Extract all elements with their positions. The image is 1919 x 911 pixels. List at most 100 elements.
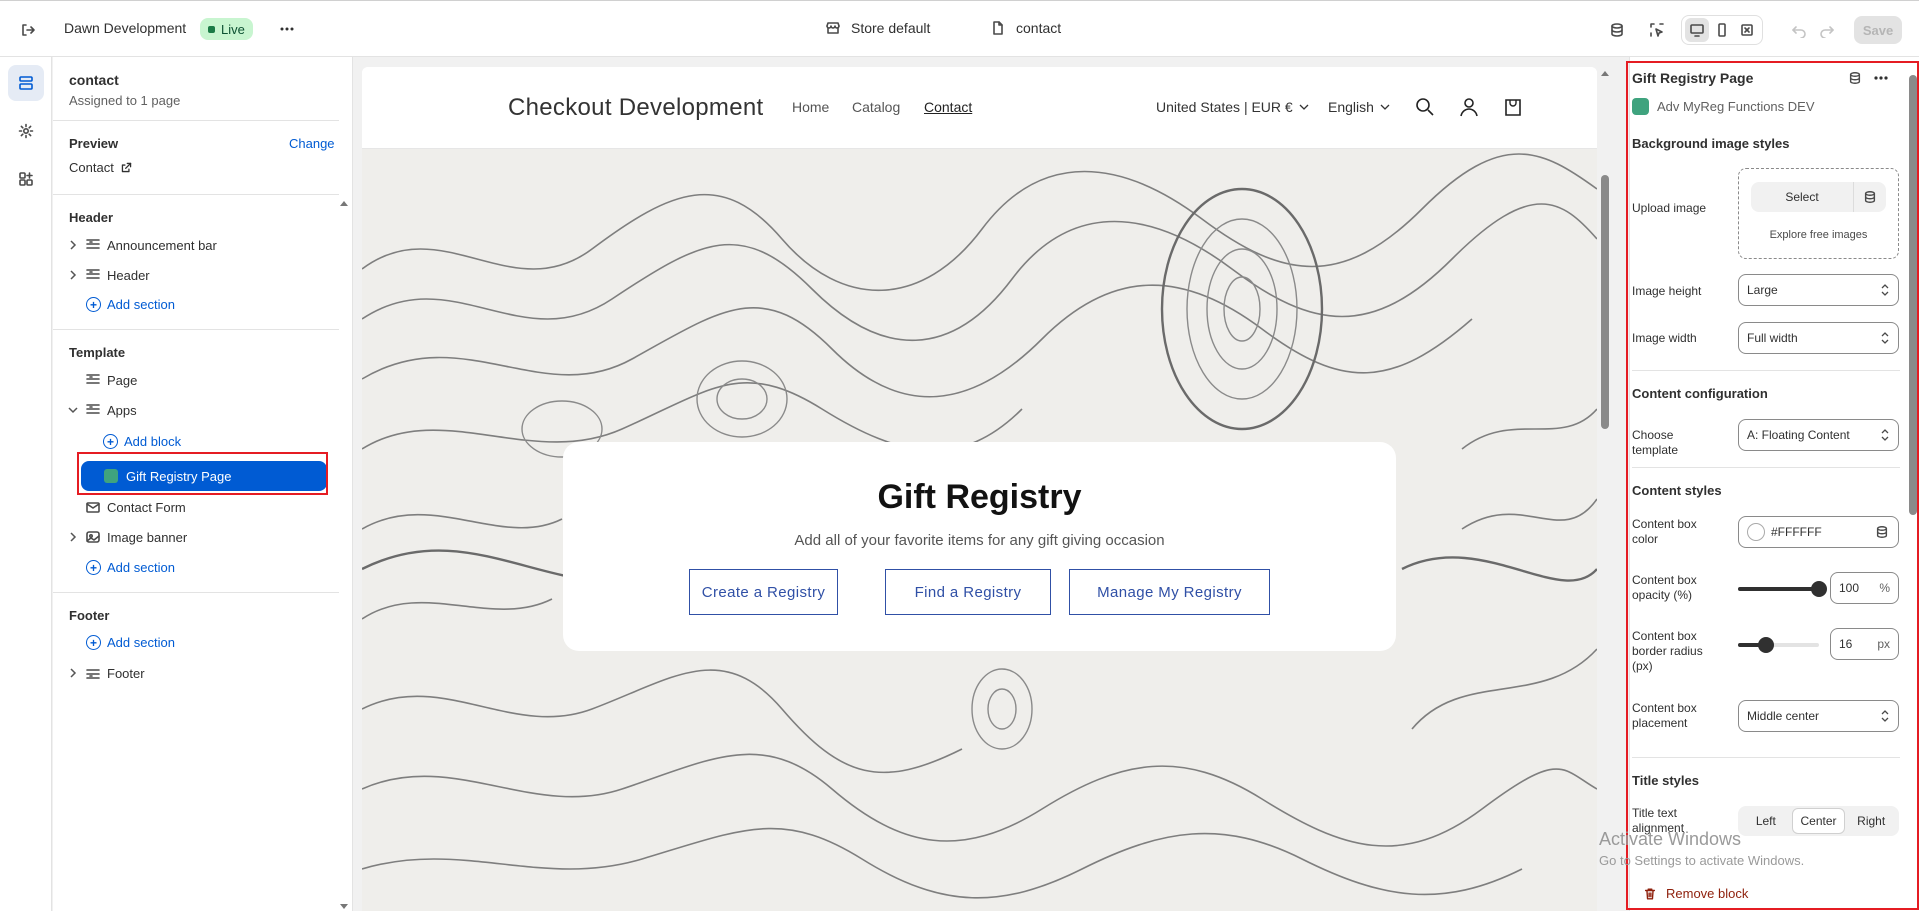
footer-section-icon — [86, 669, 100, 679]
watermark-line1: Activate Windows — [1599, 829, 1742, 849]
chevron-right-icon[interactable] — [67, 239, 79, 251]
scroll-up-icon[interactable] — [339, 199, 349, 207]
chevron-right-icon[interactable] — [67, 531, 79, 543]
cart-icon[interactable] — [1502, 96, 1524, 118]
inspector-icon[interactable] — [1645, 18, 1669, 42]
add-block-link[interactable]: + Add block — [103, 434, 181, 449]
find-registry-button[interactable]: Find a Registry — [885, 569, 1051, 615]
assigned-pages: Assigned to 1 page — [69, 93, 181, 108]
watermark-line2: Go to Settings to activate Windows. — [1599, 853, 1805, 868]
preview-page-name: Contact — [69, 160, 114, 175]
plus-circle-icon: + — [86, 635, 101, 650]
tree-label: Announcement bar — [107, 237, 217, 253]
add-section-label: Add section — [107, 635, 175, 650]
tree-item-apps[interactable]: Apps — [67, 402, 137, 418]
registry-content-box: Gift Registry Add all of your favorite i… — [563, 442, 1396, 651]
tree-label: Contact Form — [107, 499, 186, 515]
hero-banner: Gift Registry Add all of your favorite i… — [362, 149, 1597, 911]
store-header: Checkout Development Home Catalog Contac… — [362, 67, 1597, 149]
preview-scrollbar[interactable] — [1601, 175, 1609, 429]
add-block-label: Add block — [124, 434, 182, 449]
tree-label: Page — [107, 372, 138, 388]
plus-circle-icon: + — [86, 560, 101, 575]
add-section-template[interactable]: + Add section — [86, 560, 175, 575]
nav-catalog[interactable]: Catalog — [852, 99, 900, 115]
template-title: contact — [69, 72, 119, 88]
save-button[interactable]: Save — [1854, 16, 1902, 44]
top-bar: Dawn Development Live Store default cont… — [0, 0, 1919, 57]
tree-item-page[interactable]: Page — [85, 372, 137, 388]
page-selector[interactable]: contact — [990, 20, 1061, 36]
tree-item-header[interactable]: Header — [67, 267, 150, 283]
tree-label: Apps — [107, 402, 137, 418]
editor-rail — [0, 57, 52, 911]
external-link-icon — [121, 162, 132, 173]
template-group-title: Template — [69, 345, 126, 360]
image-icon — [86, 531, 100, 543]
footer-group-title: Footer — [69, 608, 110, 623]
add-section-header[interactable]: + Add section — [86, 297, 175, 312]
selection-highlight — [77, 452, 328, 495]
store-preview-frame[interactable]: Checkout Development Home Catalog Contac… — [362, 67, 1597, 911]
mobile-icon[interactable] — [1710, 18, 1734, 42]
plus-circle-icon: + — [103, 434, 118, 449]
add-section-footer[interactable]: + Add section — [86, 635, 175, 650]
divider — [53, 329, 339, 330]
section-icon — [86, 404, 100, 414]
tree-item-footer[interactable]: Footer — [67, 665, 145, 681]
chevron-right-icon[interactable] — [67, 269, 79, 281]
locale-selector[interactable]: United States | EUR € — [1156, 99, 1309, 115]
language-selector[interactable]: English — [1328, 99, 1390, 115]
header-group-title: Header — [69, 210, 114, 225]
section-icon — [86, 239, 100, 249]
preview-scroll-up-icon[interactable] — [1600, 69, 1610, 77]
tree-item-announcement-bar[interactable]: Announcement bar — [67, 237, 217, 253]
live-badge: Live — [200, 18, 253, 40]
registry-subtitle: Add all of your favorite items for any g… — [794, 532, 1165, 549]
envelope-icon — [86, 502, 100, 513]
manage-registry-button[interactable]: Manage My Registry — [1069, 569, 1270, 615]
sections-icon[interactable] — [8, 65, 44, 101]
database-icon[interactable] — [1605, 18, 1629, 42]
exit-icon[interactable] — [16, 18, 40, 42]
registry-title: Gift Registry — [877, 478, 1082, 516]
create-registry-button[interactable]: Create a Registry — [689, 569, 838, 615]
chevron-down-icon — [1380, 104, 1390, 110]
more-actions-icon[interactable] — [279, 21, 295, 37]
redo-icon[interactable] — [1815, 18, 1839, 42]
live-label: Live — [221, 21, 245, 37]
store-logo[interactable]: Checkout Development — [508, 94, 763, 122]
store-context-label: Store default — [851, 20, 931, 36]
tree-label: Image banner — [107, 529, 188, 545]
scroll-down-icon[interactable] — [339, 903, 349, 911]
store-context-selector[interactable]: Store default — [825, 20, 930, 36]
tree-item-image-banner[interactable]: Image banner — [67, 529, 187, 545]
apps-icon[interactable] — [8, 161, 44, 197]
divider — [53, 592, 339, 593]
add-section-label: Add section — [107, 560, 175, 575]
locale-label: United States | EUR € — [1156, 99, 1293, 115]
chevron-right-icon[interactable] — [67, 667, 79, 679]
add-section-label: Add section — [107, 297, 175, 312]
fullscreen-icon[interactable] — [1735, 18, 1759, 42]
header-section-icon — [86, 269, 100, 279]
store-icon — [826, 22, 840, 34]
change-preview-link[interactable]: Change — [289, 136, 335, 151]
settings-gear-icon[interactable] — [8, 113, 44, 149]
nav-contact[interactable]: Contact — [924, 99, 972, 115]
desktop-icon[interactable] — [1684, 18, 1709, 42]
nav-home[interactable]: Home — [792, 99, 829, 115]
preview-page-link[interactable]: Contact — [69, 160, 133, 175]
tree-label: Header — [107, 267, 150, 283]
chevron-down-icon[interactable] — [67, 404, 79, 416]
language-label: English — [1328, 99, 1374, 115]
divider — [53, 194, 339, 195]
preview-label: Preview — [69, 136, 119, 151]
search-icon[interactable] — [1414, 96, 1436, 118]
undo-icon[interactable] — [1787, 18, 1811, 42]
tree-item-contact-form[interactable]: Contact Form — [85, 499, 186, 515]
account-icon[interactable] — [1458, 96, 1480, 118]
page-icon — [993, 21, 1003, 35]
tree-label: Footer — [107, 665, 145, 681]
plus-circle-icon: + — [86, 297, 101, 312]
